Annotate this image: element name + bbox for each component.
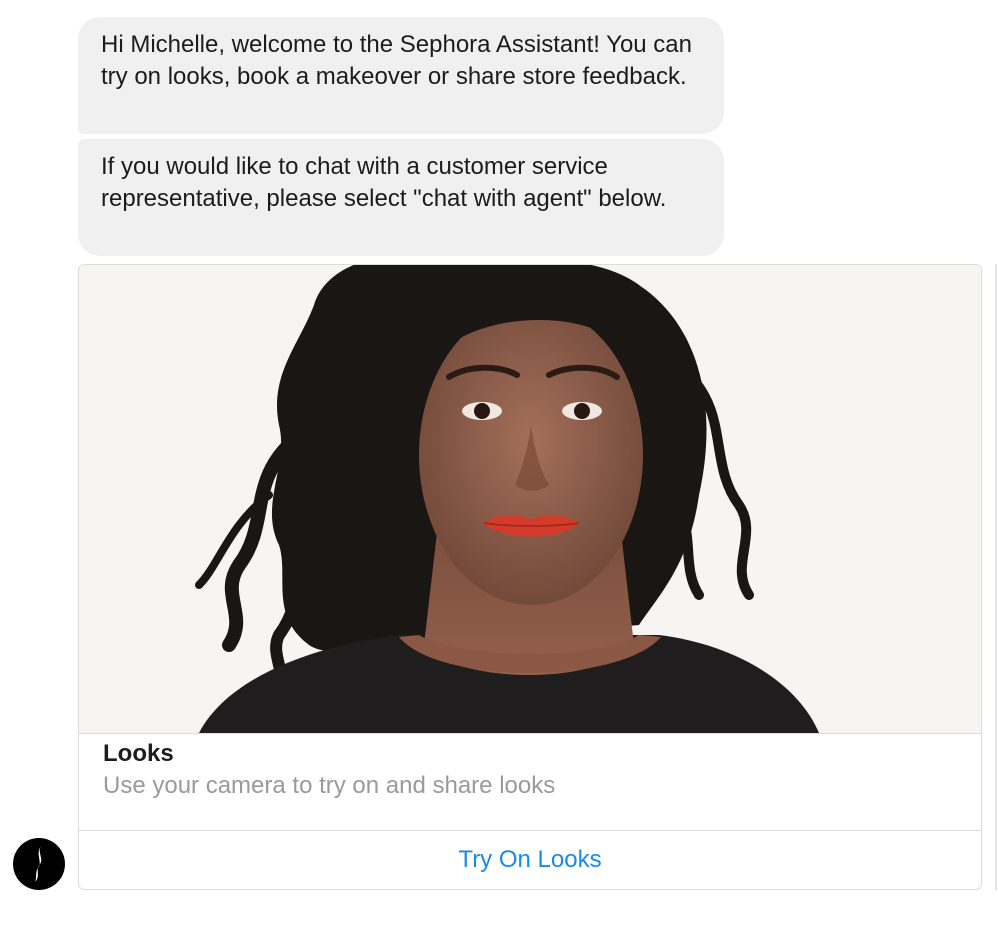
card-subtitle: Use your camera to try on and share look…: [103, 772, 556, 799]
message-bubble-agent-info: If you would like to chat with a custome…: [78, 139, 724, 256]
next-card-edge: [995, 264, 997, 890]
message-bubble-welcome: Hi Michelle, welcome to the Sephora Assi…: [78, 17, 724, 134]
try-on-looks-button[interactable]: Try On Looks: [79, 831, 981, 889]
card-image-portrait: [79, 265, 981, 734]
sephora-logo-icon: [35, 846, 42, 882]
sephora-avatar: [13, 838, 65, 890]
card-body: Looks Use your camera to try on and shar…: [79, 733, 981, 831]
card-title: Looks: [103, 740, 174, 767]
portrait-photo-icon: [79, 265, 981, 733]
looks-card: Looks Use your camera to try on and shar…: [78, 264, 982, 890]
